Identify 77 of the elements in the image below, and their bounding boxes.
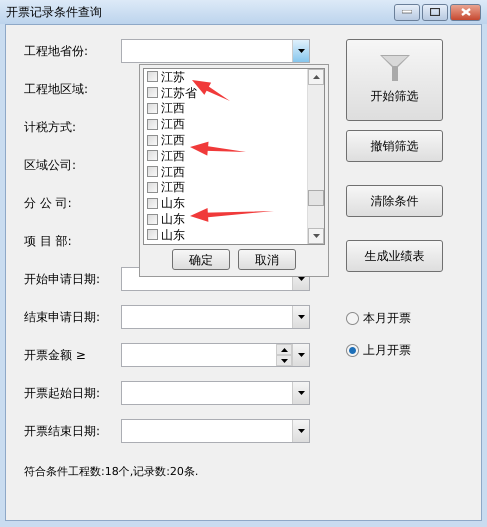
field-label: 开票结束日期: [23, 423, 102, 440]
checkbox[interactable] [147, 118, 158, 130]
field-label: 分 公 司: [23, 195, 73, 212]
list-item[interactable]: 江西 [147, 148, 307, 164]
spin-up-button[interactable] [276, 344, 292, 355]
list-item[interactable]: 江西 [147, 100, 307, 116]
field-label: 工程地区域: [23, 81, 90, 98]
field-label: 结束申请日期: [23, 309, 102, 326]
list-item[interactable]: 江西 [147, 164, 307, 180]
scroll-down-button[interactable] [308, 228, 324, 244]
radio-label: 上月开票 [363, 342, 411, 359]
checkbox[interactable] [147, 134, 158, 146]
dropdown-button[interactable] [292, 344, 309, 366]
caret-icon [298, 391, 304, 395]
date-field[interactable] [121, 305, 310, 329]
caret-icon [298, 315, 304, 319]
popup-button[interactable]: 取消 [238, 249, 296, 270]
dropdown-button[interactable] [292, 306, 309, 328]
checkbox[interactable] [147, 182, 158, 193]
caret-icon [298, 429, 304, 433]
amount-field[interactable] [121, 343, 310, 367]
list-item[interactable]: 江苏省 [147, 84, 307, 101]
list-item[interactable]: 山东 [147, 211, 307, 227]
minimize-button[interactable] [394, 4, 420, 20]
dropdown-button[interactable] [292, 40, 309, 62]
maximize-icon [430, 8, 440, 16]
field-label: 工程地省份: [23, 43, 90, 60]
checkbox[interactable] [147, 71, 158, 82]
action-button[interactable]: 清除条件 [346, 185, 443, 217]
date-field[interactable] [121, 419, 310, 443]
list-item[interactable]: 江西 [147, 132, 307, 148]
close-icon [460, 8, 470, 16]
dropdown-button[interactable] [292, 420, 309, 442]
field-label: 区域公司: [23, 157, 78, 174]
close-button[interactable] [450, 4, 481, 20]
field-label: 开票金额 ≥ [23, 347, 87, 364]
list-item[interactable]: 江西 [147, 116, 307, 132]
action-button[interactable]: 生成业绩表 [346, 240, 443, 272]
scroll-up-button[interactable] [308, 69, 324, 85]
list-item[interactable]: 江西 [147, 180, 307, 196]
date-field[interactable] [121, 381, 310, 405]
popup-button[interactable]: 确定 [172, 249, 230, 270]
action-button[interactable]: 撤销筛选 [346, 130, 443, 162]
date-field[interactable] [121, 39, 310, 63]
status-text: 符合条件工程数:18个,记录数:20条. [23, 464, 200, 480]
list-item[interactable]: 山东 [147, 195, 307, 212]
scroll-thumb[interactable] [308, 190, 324, 206]
filter-button[interactable]: 开始筛选 [346, 39, 443, 121]
field-label: 开票起始日期: [23, 385, 102, 402]
radio-button[interactable] [346, 312, 359, 324]
caret-icon [280, 358, 288, 362]
field-label: 计税方式: [23, 119, 78, 136]
list-item[interactable]: 江苏 [147, 69, 307, 85]
caret-icon [298, 353, 304, 357]
checkbox[interactable] [147, 166, 158, 178]
up-caret-icon [280, 348, 288, 352]
checkbox[interactable] [147, 102, 158, 114]
checkbox[interactable] [147, 87, 158, 98]
caret-icon [298, 49, 304, 53]
maximize-button[interactable] [422, 4, 448, 20]
window-title: 开票记录条件查询 [6, 4, 103, 21]
checkbox[interactable] [147, 229, 158, 240]
radio-label: 本月开票 [363, 310, 411, 327]
field-label: 开始申请日期: [23, 271, 102, 288]
funnel-icon [380, 55, 410, 81]
radio-button[interactable] [346, 344, 359, 356]
field-label: 项 目 部: [23, 233, 73, 250]
dropdown-button[interactable] [292, 382, 309, 404]
list-item[interactable]: 山东 [147, 226, 307, 243]
up-caret-icon [312, 75, 320, 79]
caret-icon [312, 234, 320, 238]
checkbox[interactable] [147, 214, 158, 225]
checkbox[interactable] [147, 198, 158, 209]
minimize-icon [402, 10, 412, 14]
spin-down-button[interactable] [276, 355, 292, 366]
checkbox[interactable] [147, 150, 158, 162]
scrollbar[interactable] [307, 69, 324, 244]
